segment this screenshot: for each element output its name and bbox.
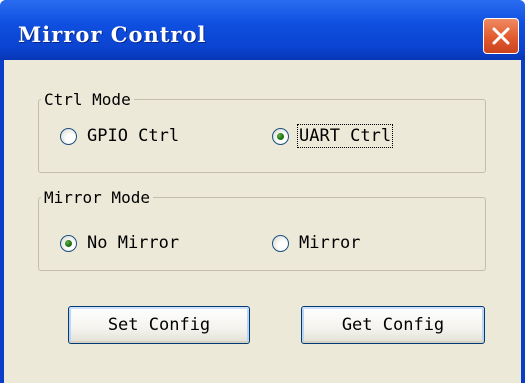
radio-label: No Mirror (87, 233, 180, 253)
radio-circle[interactable] (272, 234, 289, 252)
close-icon (492, 27, 510, 45)
radio-circle[interactable] (272, 127, 289, 145)
radio-mirror[interactable]: Mirror (272, 231, 360, 255)
radio-circle[interactable] (60, 127, 77, 145)
ctrl-mode-legend: Ctrl Mode (44, 90, 131, 109)
radio-label: GPIO Ctrl (87, 126, 180, 146)
radio-uart-ctrl[interactable]: UART Ctrl (272, 124, 394, 148)
get-config-button[interactable]: Get Config (301, 306, 485, 344)
radio-label: Mirror (299, 233, 361, 253)
window-title: Mirror Control (18, 22, 207, 47)
radio-gpio-ctrl[interactable]: GPIO Ctrl (60, 124, 179, 148)
radio-selected-dot (65, 239, 72, 247)
mirror-mode-legend: Mirror Mode (44, 188, 150, 207)
close-button[interactable] (483, 18, 519, 54)
radio-no-mirror[interactable]: No Mirror (60, 231, 179, 255)
title-bar[interactable]: Mirror Control (0, 0, 525, 60)
radio-circle[interactable] (60, 234, 77, 252)
dialog-client-area: Ctrl Mode GPIO Ctrl UART Ctrl Mirror Mod… (4, 60, 521, 383)
radio-label: UART Ctrl (296, 124, 394, 148)
radio-selected-dot (277, 132, 284, 140)
set-config-button[interactable]: Set Config (68, 306, 250, 344)
mirror-mode-group: Mirror Mode (38, 188, 486, 271)
mirror-control-window: Mirror Control Ctrl Mode GPIO Ctrl UART … (0, 0, 525, 383)
